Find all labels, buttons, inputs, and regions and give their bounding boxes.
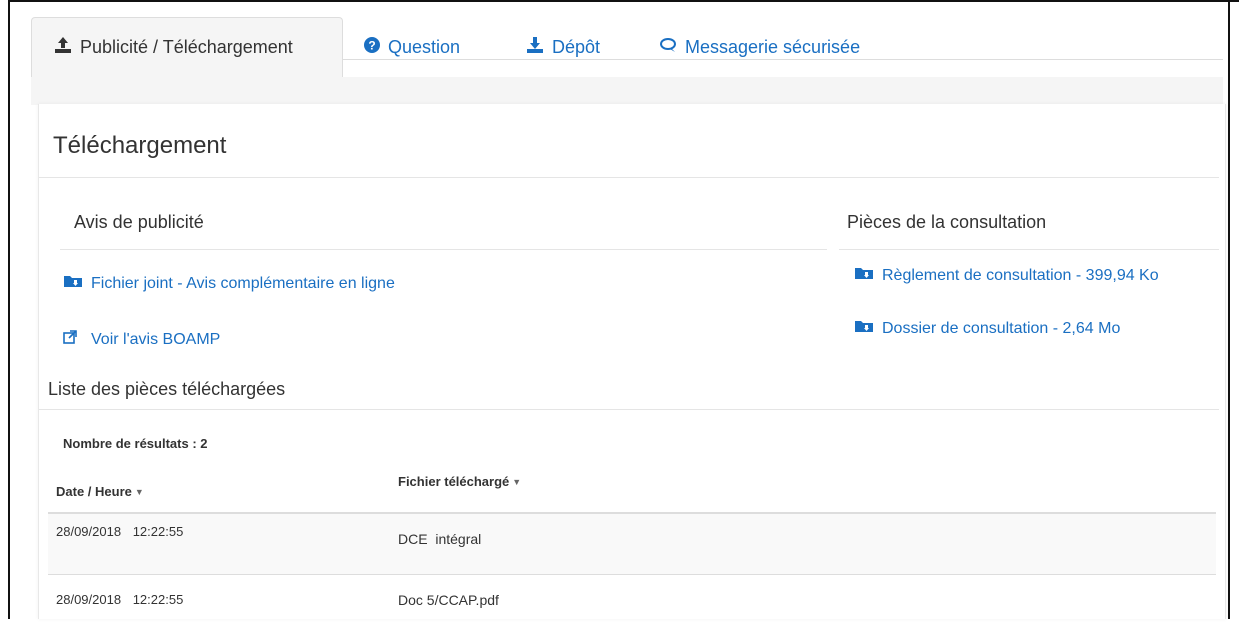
file-cell: DCE intégral xyxy=(398,531,482,547)
time-value: 12:22:55 xyxy=(132,592,184,607)
fichier-joint-link[interactable]: Fichier joint - Avis complémentaire en l… xyxy=(63,274,395,293)
pieces-section-title: Pièces de la consultation xyxy=(847,212,1047,232)
link-label: Dossier de consultation - 2,64 Mo xyxy=(882,319,1121,337)
window-border-left xyxy=(8,0,10,619)
chat-icon xyxy=(659,37,677,58)
tab-bar: Publicité / Téléchargement ? Question Dé… xyxy=(31,17,1221,77)
tab-question[interactable]: ? Question xyxy=(364,17,460,77)
window-border-right xyxy=(1228,0,1230,619)
link-label: Voir l'avis BOAMP xyxy=(91,330,221,348)
tab-label: Dépôt xyxy=(552,36,601,57)
column-header-date[interactable]: Date / Heure ▼ xyxy=(56,484,144,499)
question-circle-icon: ? xyxy=(364,36,380,58)
download-icon xyxy=(526,36,544,59)
tab-depot[interactable]: Dépôt xyxy=(526,17,600,77)
voir-avis-boamp-link[interactable]: Voir l'avis BOAMP xyxy=(63,330,220,349)
column-header-file[interactable]: Fichier téléchargé ▼ xyxy=(398,474,521,489)
avis-section-title: Avis de publicité xyxy=(74,212,204,232)
results-count: Nombre de résultats : 2 xyxy=(63,436,208,451)
downloads-list-title: Liste des pièces téléchargées xyxy=(48,379,286,399)
external-link-icon xyxy=(63,330,83,349)
link-label: Fichier joint - Avis complémentaire en l… xyxy=(91,274,395,292)
folder-download-icon xyxy=(63,274,83,293)
folder-download-icon xyxy=(854,266,874,285)
divider xyxy=(839,249,1219,250)
divider xyxy=(39,409,1219,410)
tab-label: Question xyxy=(388,36,461,57)
sort-icon: ▼ xyxy=(134,486,144,497)
tab-content-header-band xyxy=(31,77,1223,105)
svg-text:?: ? xyxy=(368,38,375,52)
reglement-consultation-link[interactable]: Règlement de consultation - 399,94 Ko xyxy=(854,266,1159,285)
tab-bar-divider xyxy=(343,59,1223,60)
date-value: 28/09/2018 xyxy=(56,592,122,607)
panel-title: Téléchargement xyxy=(53,132,227,159)
sort-icon: ▼ xyxy=(512,476,522,487)
dossier-consultation-link[interactable]: Dossier de consultation - 2,64 Mo xyxy=(854,319,1120,338)
folder-download-icon xyxy=(854,319,874,338)
file-cell: Doc 5/CCAP.pdf xyxy=(398,592,499,608)
upload-icon xyxy=(54,36,72,59)
tab-publicite-telechargement[interactable]: Publicité / Téléchargement xyxy=(31,17,343,77)
table-row: 28/09/2018 12:22:55 Doc 5/CCAP.pdf xyxy=(48,575,1216,635)
telechargement-panel: Téléchargement Avis de publicité Fichier… xyxy=(38,104,1226,619)
date-value: 28/09/2018 xyxy=(56,524,122,539)
tab-messagerie[interactable]: Messagerie sécurisée xyxy=(659,17,860,77)
divider xyxy=(39,177,1219,178)
time-value: 12:22:55 xyxy=(132,524,184,539)
link-label: Règlement de consultation - 399,94 Ko xyxy=(882,266,1159,284)
tab-label: Publicité / Téléchargement xyxy=(80,37,293,57)
window-border-top xyxy=(8,0,1239,2)
date-cell: 28/09/2018 12:22:55 xyxy=(56,592,183,607)
divider xyxy=(60,249,827,250)
date-cell: 28/09/2018 12:22:55 xyxy=(56,524,183,539)
column-header-label: Date / Heure xyxy=(56,484,132,499)
column-header-label: Fichier téléchargé xyxy=(398,474,510,489)
table-row: 28/09/2018 12:22:55 DCE intégral xyxy=(48,514,1216,574)
tab-label: Messagerie sécurisée xyxy=(685,36,861,57)
